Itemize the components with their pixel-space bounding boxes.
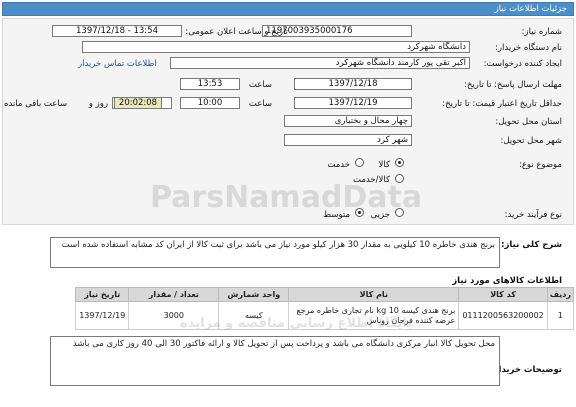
remaining-days-label: روز و — [88, 99, 108, 109]
category-option-goods: کالا — [378, 160, 390, 170]
validity-time-label: ساعت — [248, 99, 272, 109]
description-label: شرح کلی نیاز: — [501, 240, 562, 250]
process-radio-minor[interactable] — [395, 208, 404, 217]
buyer-notes-label: توضیحات خریدار: — [490, 365, 562, 375]
buyer-contact-link[interactable]: اطلاعات تماس خریدار — [78, 59, 157, 69]
process-radio-medium[interactable] — [355, 208, 364, 217]
delivery-province-field[interactable]: چهار محال و بختیاری — [284, 115, 412, 127]
cell-item-code: 0111200563200002 — [458, 301, 548, 330]
remaining-time-label: ساعت باقی مانده — [4, 99, 68, 109]
cell-quantity: 3000 — [128, 301, 220, 330]
col-need-date: تاریخ نیاز — [75, 287, 130, 302]
col-quantity: تعداد / مقدار — [128, 287, 220, 302]
cell-need-date: 1397/12/19 — [75, 301, 130, 330]
validity-date-field[interactable]: 1397/12/19 — [294, 97, 412, 109]
cell-unit: کیسه — [218, 301, 290, 330]
send-deadline-time-field[interactable]: 13:53 — [180, 78, 240, 90]
category-radio-service[interactable] — [355, 158, 364, 167]
category-radio-goods-service[interactable] — [395, 174, 404, 183]
announce-datetime-label: تاریخ و ساعت اعلان عمومی: — [185, 27, 288, 37]
page-title: جزئیات اطلاعات نیاز — [494, 4, 567, 14]
send-deadline-time-label: ساعت — [248, 80, 272, 90]
items-table-header: ردیف کد کالا نام کالا واحد شمارش تعداد /… — [75, 287, 575, 302]
delivery-city-label: شهر محل تحویل: — [500, 136, 562, 146]
process-option-minor: جزیی — [370, 210, 390, 220]
table-row[interactable]: 1 0111200563200002 برنج هندی کیسه 10 kg … — [75, 301, 575, 330]
remaining-time-field: 20:02:08 — [114, 97, 162, 109]
title-bar: جزئیات اطلاعات نیاز — [2, 2, 574, 16]
col-row-number: ردیف — [546, 287, 575, 302]
description-text: برنج هندی خاطره 10 کیلویی به مقدار 30 هز… — [50, 237, 500, 268]
requester-label: ایجاد کننده درخواست: — [483, 59, 562, 69]
delivery-province-label: استان محل تحویل: — [495, 117, 562, 127]
announce-datetime-field[interactable]: 1397/12/18 - 13:54 — [52, 25, 182, 37]
need-number-label: شماره نیاز: — [521, 27, 562, 37]
col-item-code: کد کالا — [458, 287, 548, 302]
buyer-notes-text: محل تحویل کالا انبار مرکزی دانشگاه می با… — [50, 336, 500, 386]
send-deadline-label: مهلت ارسال پاسخ: تا تاریخ: — [464, 80, 562, 90]
delivery-city-field[interactable]: شهر کرد — [284, 134, 412, 146]
category-option-service: خدمت — [327, 160, 350, 170]
items-table: ردیف کد کالا نام کالا واحد شمارش تعداد /… — [75, 287, 575, 330]
cell-row-number: 1 — [546, 301, 575, 330]
category-label: موضوع نوع: — [518, 160, 562, 170]
validity-deadline-label: حداقل تاریخ اعتبار قیمت: تا تاریخ: — [442, 99, 562, 109]
col-unit: واحد شمارش — [218, 287, 290, 302]
col-item-name: نام کالا — [288, 287, 460, 302]
validity-time-field[interactable]: 10:00 — [180, 97, 240, 109]
buyer-org-field[interactable]: دانشگاه شهرکرد — [82, 41, 470, 53]
category-radio-goods[interactable] — [395, 158, 404, 167]
category-option-goods-service: کالا/خدمت — [353, 175, 390, 185]
buyer-org-label: نام دستگاه خریدار: — [495, 43, 562, 53]
requester-field[interactable]: اکبر تقی پور کارمند دانشگاه شهرکرد — [170, 57, 470, 69]
items-section-title: اطلاعات کالاهای مورد نیاز — [452, 276, 562, 286]
process-option-medium: متوسط — [323, 210, 350, 220]
purchase-process-label: نوع فرآیند خرید: — [504, 210, 562, 220]
send-deadline-date-field[interactable]: 1397/12/18 — [294, 78, 412, 90]
cell-item-name: برنج هندی کیسه 10 kg نام تجاری خاطره مرج… — [288, 301, 460, 330]
